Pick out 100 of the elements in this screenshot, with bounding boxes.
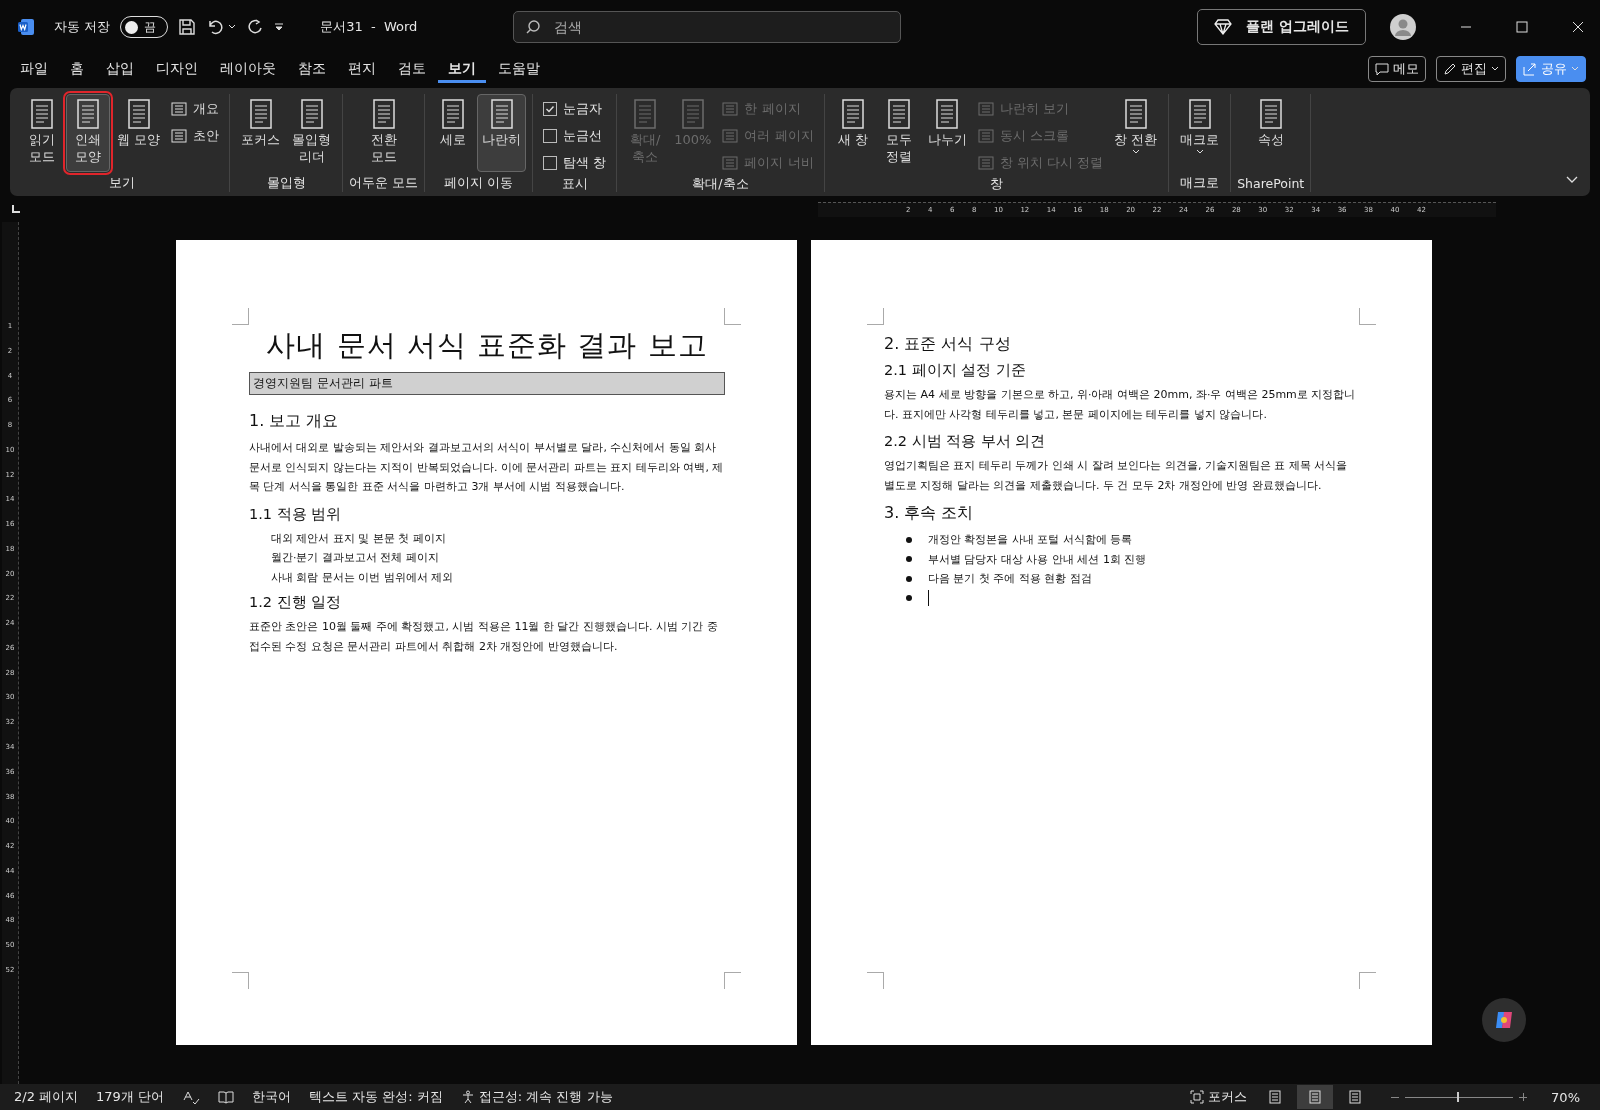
list-item: 월간·분기 결과보고서 전체 페이지: [270, 550, 440, 566]
group-label: 창: [989, 176, 1003, 193]
ribbon-button[interactable]: 초안: [167, 123, 224, 148]
accessibility-status[interactable]: 접근성: 계속 진행 가능: [460, 1088, 613, 1106]
text-cursor: [928, 590, 929, 607]
menu-tab[interactable]: 홈: [60, 55, 94, 83]
bullet-icon: [906, 536, 912, 543]
ribbon-button[interactable]: 개요: [167, 96, 224, 121]
checkbox-option[interactable]: 탐색 창: [539, 150, 611, 175]
comment-button[interactable]: 메모: [1368, 56, 1426, 82]
ribbon-button[interactable]: 포커스: [236, 94, 286, 172]
group-label: 매크로: [1180, 175, 1220, 192]
collapse-ribbon-icon[interactable]: [1566, 176, 1578, 184]
list-icon: [977, 101, 994, 116]
edit-button[interactable]: 편집: [1436, 56, 1506, 82]
view-mode-button[interactable]: [1297, 1085, 1334, 1109]
redo-icon[interactable]: [246, 18, 265, 36]
group-label: 표시: [561, 176, 588, 193]
ribbon-button[interactable]: 새 창: [830, 94, 875, 172]
list-icon: [171, 101, 188, 116]
undo-icon[interactable]: [206, 18, 225, 36]
group-label: 몰입형: [266, 175, 306, 192]
section-heading: 1. 보고 개요: [249, 411, 340, 432]
ribbon-button[interactable]: 전환 모드: [361, 94, 406, 172]
focus-button[interactable]: 포커스: [1184, 1087, 1254, 1107]
ribbon-button[interactable]: 매크로: [1175, 94, 1225, 172]
crop-mark: [724, 308, 741, 325]
subsection-heading: 1.2 진행 일정: [249, 593, 343, 612]
section-heading: 3. 후속 조치: [884, 503, 975, 524]
tab-selector-icon[interactable]: [12, 205, 20, 213]
pencil-icon: [1443, 62, 1457, 76]
zoom-level[interactable]: 70%: [1551, 1089, 1580, 1105]
menu-tab[interactable]: 보기: [438, 55, 486, 83]
upgrade-button[interactable]: 플랜 업그레이드: [1197, 9, 1366, 45]
ribbon-button[interactable]: 모두 정렬: [876, 94, 921, 172]
document-title-text: 사내 문서 서식 표준화 결과 보고: [265, 327, 709, 364]
word-logo-icon[interactable]: [16, 17, 36, 37]
ribbon-button[interactable]: 창 전환: [1109, 94, 1163, 172]
menu-tab[interactable]: 도움말: [488, 55, 550, 83]
subsection-heading: 2.2 시범 적용 부서 의견: [884, 432, 1047, 451]
menu-tab[interactable]: 검토: [388, 55, 436, 83]
menu-tab[interactable]: 레이아웃: [210, 55, 286, 83]
list-icon: [722, 155, 739, 170]
autosave-label: 자동 저장: [54, 18, 111, 36]
paragraph: 용지는 A4 세로 방향을 기본으로 하고, 위·아래 여백은 20mm, 좌·우 여백은 25mm로 지정합니다. 표지에만 사각형 테두리를 넣고, 본문 페이지에는 테두리를 넣지 않습니다.: [884, 387, 1357, 423]
book-icon[interactable]: [218, 1090, 234, 1104]
status-text[interactable]: 2/2 페이지: [14, 1088, 79, 1106]
group-label: 페이지 이동: [444, 175, 514, 192]
crop-mark: [867, 972, 884, 989]
group-label: 어두운 모드: [349, 175, 419, 192]
checkbox-option[interactable]: 눈금선: [539, 123, 611, 148]
subtitle-bar: 경영지원팀 문서관리 파트: [249, 372, 725, 395]
group-label: 확대/축소: [692, 176, 749, 193]
list-item: 부서별 담당자 대상 사용 안내 세션 1회 진행: [928, 551, 1147, 568]
ribbon-button[interactable]: 세로: [431, 94, 476, 172]
group-label: SharePoint: [1237, 176, 1305, 191]
avatar-icon[interactable]: [1390, 14, 1416, 40]
paragraph: 사내에서 대외로 발송되는 제안서와 결과보고서의 서식이 부서별로 달라, 수신처에서 동일 회사 문서로 인식되지 않는다는 지적이 반복되었습니다. 이에 문서관리 파트는 표지 테두리와 여백, 제목 단계 서식을 통일한 표준 서식을 마련하고 3개 부서에 시범 적용했습니다.: [249, 440, 725, 495]
list-icon: [722, 101, 739, 116]
maximize-icon[interactable]: [1516, 21, 1528, 33]
close-icon[interactable]: [1572, 21, 1584, 33]
list-item: 대외 제안서 표지 및 본문 첫 페이지: [270, 530, 447, 547]
status-text[interactable]: 텍스트 자동 완성: 커짐: [309, 1088, 443, 1106]
checkbox-option[interactable]: 눈금자: [539, 96, 611, 121]
group-label: 보기: [108, 175, 135, 192]
bullet-icon: [906, 575, 912, 582]
caret-icon: [1571, 65, 1579, 73]
ribbon-button[interactable]: 인쇄 모양: [66, 94, 110, 172]
diamond-icon: [1214, 19, 1233, 35]
paragraph: 영업기획팀은 표지 테두리 두께가 인쇄 시 잘려 보인다는 의견을, 기술지원팀은 표 제목 서식을 별도로 지정해 달라는 의견을 제출했습니다. 두 건 모두 2차 개정안에 반영 완료했습니다.: [884, 458, 1349, 494]
focus-icon: [1190, 1090, 1205, 1104]
ribbon-button[interactable]: 나누기: [922, 94, 972, 172]
zoom-slider-thumb[interactable]: [1456, 1091, 1459, 1102]
copilot-button[interactable]: [1482, 998, 1526, 1042]
crop-mark: [232, 308, 249, 325]
menu-tab[interactable]: 파일: [10, 55, 58, 83]
caret-icon[interactable]: [228, 23, 237, 31]
subsection-heading: 2.1 페이지 설정 기준: [884, 361, 1027, 380]
ribbon-button[interactable]: 웹 모양: [112, 94, 166, 172]
customize-caret-icon[interactable]: [274, 22, 285, 32]
menu-tab[interactable]: 편지: [338, 55, 386, 83]
crop-mark: [724, 972, 741, 989]
save-icon[interactable]: [178, 18, 197, 36]
menu-tab[interactable]: 삽입: [96, 55, 144, 83]
status-text[interactable]: 한국어: [252, 1088, 291, 1106]
crop-mark: [232, 972, 249, 989]
ribbon-button[interactable]: 나란히: [477, 94, 527, 172]
ribbon-button[interactable]: 읽기 모드: [20, 94, 64, 172]
subsection-heading: 1.1 적용 범위: [249, 504, 343, 524]
caret-icon: [1131, 148, 1140, 156]
proofing-icon[interactable]: [182, 1090, 200, 1104]
bullet-icon: [906, 595, 912, 602]
ribbon-button[interactable]: 속성: [1248, 94, 1293, 172]
search-field[interactable]: 검색: [513, 11, 902, 43]
menu-tab[interactable]: 참조: [288, 55, 336, 83]
list-icon: [171, 128, 188, 143]
status-text[interactable]: 179개 단어: [96, 1088, 164, 1106]
ribbon-button[interactable]: 몰입형 리더: [287, 94, 337, 172]
accessibility-icon: [460, 1090, 475, 1104]
menu-tab[interactable]: 디자인: [146, 55, 208, 83]
